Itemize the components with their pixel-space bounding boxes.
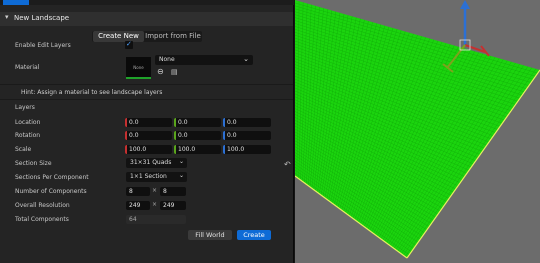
import-from-file-button[interactable]: Import from File: [145, 31, 201, 42]
create-button[interactable]: Create: [237, 230, 271, 240]
scale-y-field[interactable]: 100.0: [174, 145, 221, 154]
components-x-field[interactable]: 8: [126, 187, 150, 196]
section-size-dropdown[interactable]: 31×31 Quads ⌄: [126, 158, 187, 168]
times-symbol: ×: [152, 201, 158, 208]
chevron-down-icon: ⌄: [243, 55, 249, 63]
overall-resolution-label: Overall Resolution: [15, 202, 70, 209]
enable-edit-layers-checkbox[interactable]: ✓: [125, 40, 133, 49]
scale-z-field[interactable]: 100.0: [223, 145, 271, 154]
resolution-x-field[interactable]: 249: [126, 201, 150, 210]
times-symbol: ×: [152, 187, 158, 194]
level-viewport[interactable]: [295, 0, 540, 263]
scale-x-field[interactable]: 100.0: [125, 145, 172, 154]
fill-world-button[interactable]: Fill World: [188, 230, 232, 240]
landscape-panel: ▾ New Landscape Create New Import from F…: [0, 5, 294, 263]
total-components-value: 64: [126, 215, 186, 224]
total-components-label: Total Components: [15, 216, 69, 223]
reset-to-default-icon[interactable]: ↶: [284, 160, 291, 169]
section-title: New Landscape: [14, 14, 70, 22]
sections-per-component-label: Sections Per Component: [15, 174, 89, 181]
location-x-field[interactable]: 0.0: [125, 118, 172, 127]
chevron-down-icon: ⌄: [178, 172, 184, 179]
chevron-down-icon: ⌄: [178, 158, 184, 165]
section-size-label: Section Size: [15, 160, 52, 167]
material-thumbnail-text: None: [133, 65, 144, 70]
location-label: Location: [15, 119, 41, 126]
landscape-preview: [295, 0, 540, 259]
checkmark-icon: ✓: [126, 40, 132, 48]
collapse-arrow-icon[interactable]: ▾: [5, 13, 9, 21]
material-hint: Hint: Assign a material to see landscape…: [21, 89, 163, 96]
resolution-y-field[interactable]: 249: [160, 201, 186, 210]
sections-per-component-dropdown[interactable]: 1×1 Section ⌄: [126, 172, 187, 182]
number-of-components-label: Number of Components: [15, 188, 87, 195]
divider: [0, 84, 293, 85]
location-z-field[interactable]: 0.0: [223, 118, 271, 127]
material-dropdown[interactable]: None ⌄: [155, 55, 253, 65]
gizmo-z-arrow: [460, 0, 470, 9]
use-selected-icon[interactable]: ⊖: [157, 67, 164, 76]
material-label: Material: [15, 64, 40, 71]
rotation-label: Rotation: [15, 132, 41, 139]
create-mode-toggle: Create New Import from File: [92, 31, 202, 42]
rotation-y-field[interactable]: 0.0: [174, 131, 221, 140]
section-header-new-landscape[interactable]: ▾ New Landscape: [0, 12, 293, 26]
divider: [0, 99, 293, 100]
rotation-z-field[interactable]: 0.0: [223, 131, 271, 140]
create-new-button[interactable]: Create New: [93, 31, 144, 42]
material-thumbnail[interactable]: None: [126, 57, 151, 79]
components-y-field[interactable]: 8: [160, 187, 186, 196]
location-y-field[interactable]: 0.0: [174, 118, 221, 127]
scale-label: Scale: [15, 146, 32, 153]
layers-label: Layers: [15, 104, 35, 111]
rotation-x-field[interactable]: 0.0: [125, 131, 172, 140]
enable-edit-layers-label: Enable Edit Layers: [15, 42, 71, 49]
browse-icon[interactable]: ▤: [171, 68, 178, 76]
material-value: None: [159, 56, 175, 63]
